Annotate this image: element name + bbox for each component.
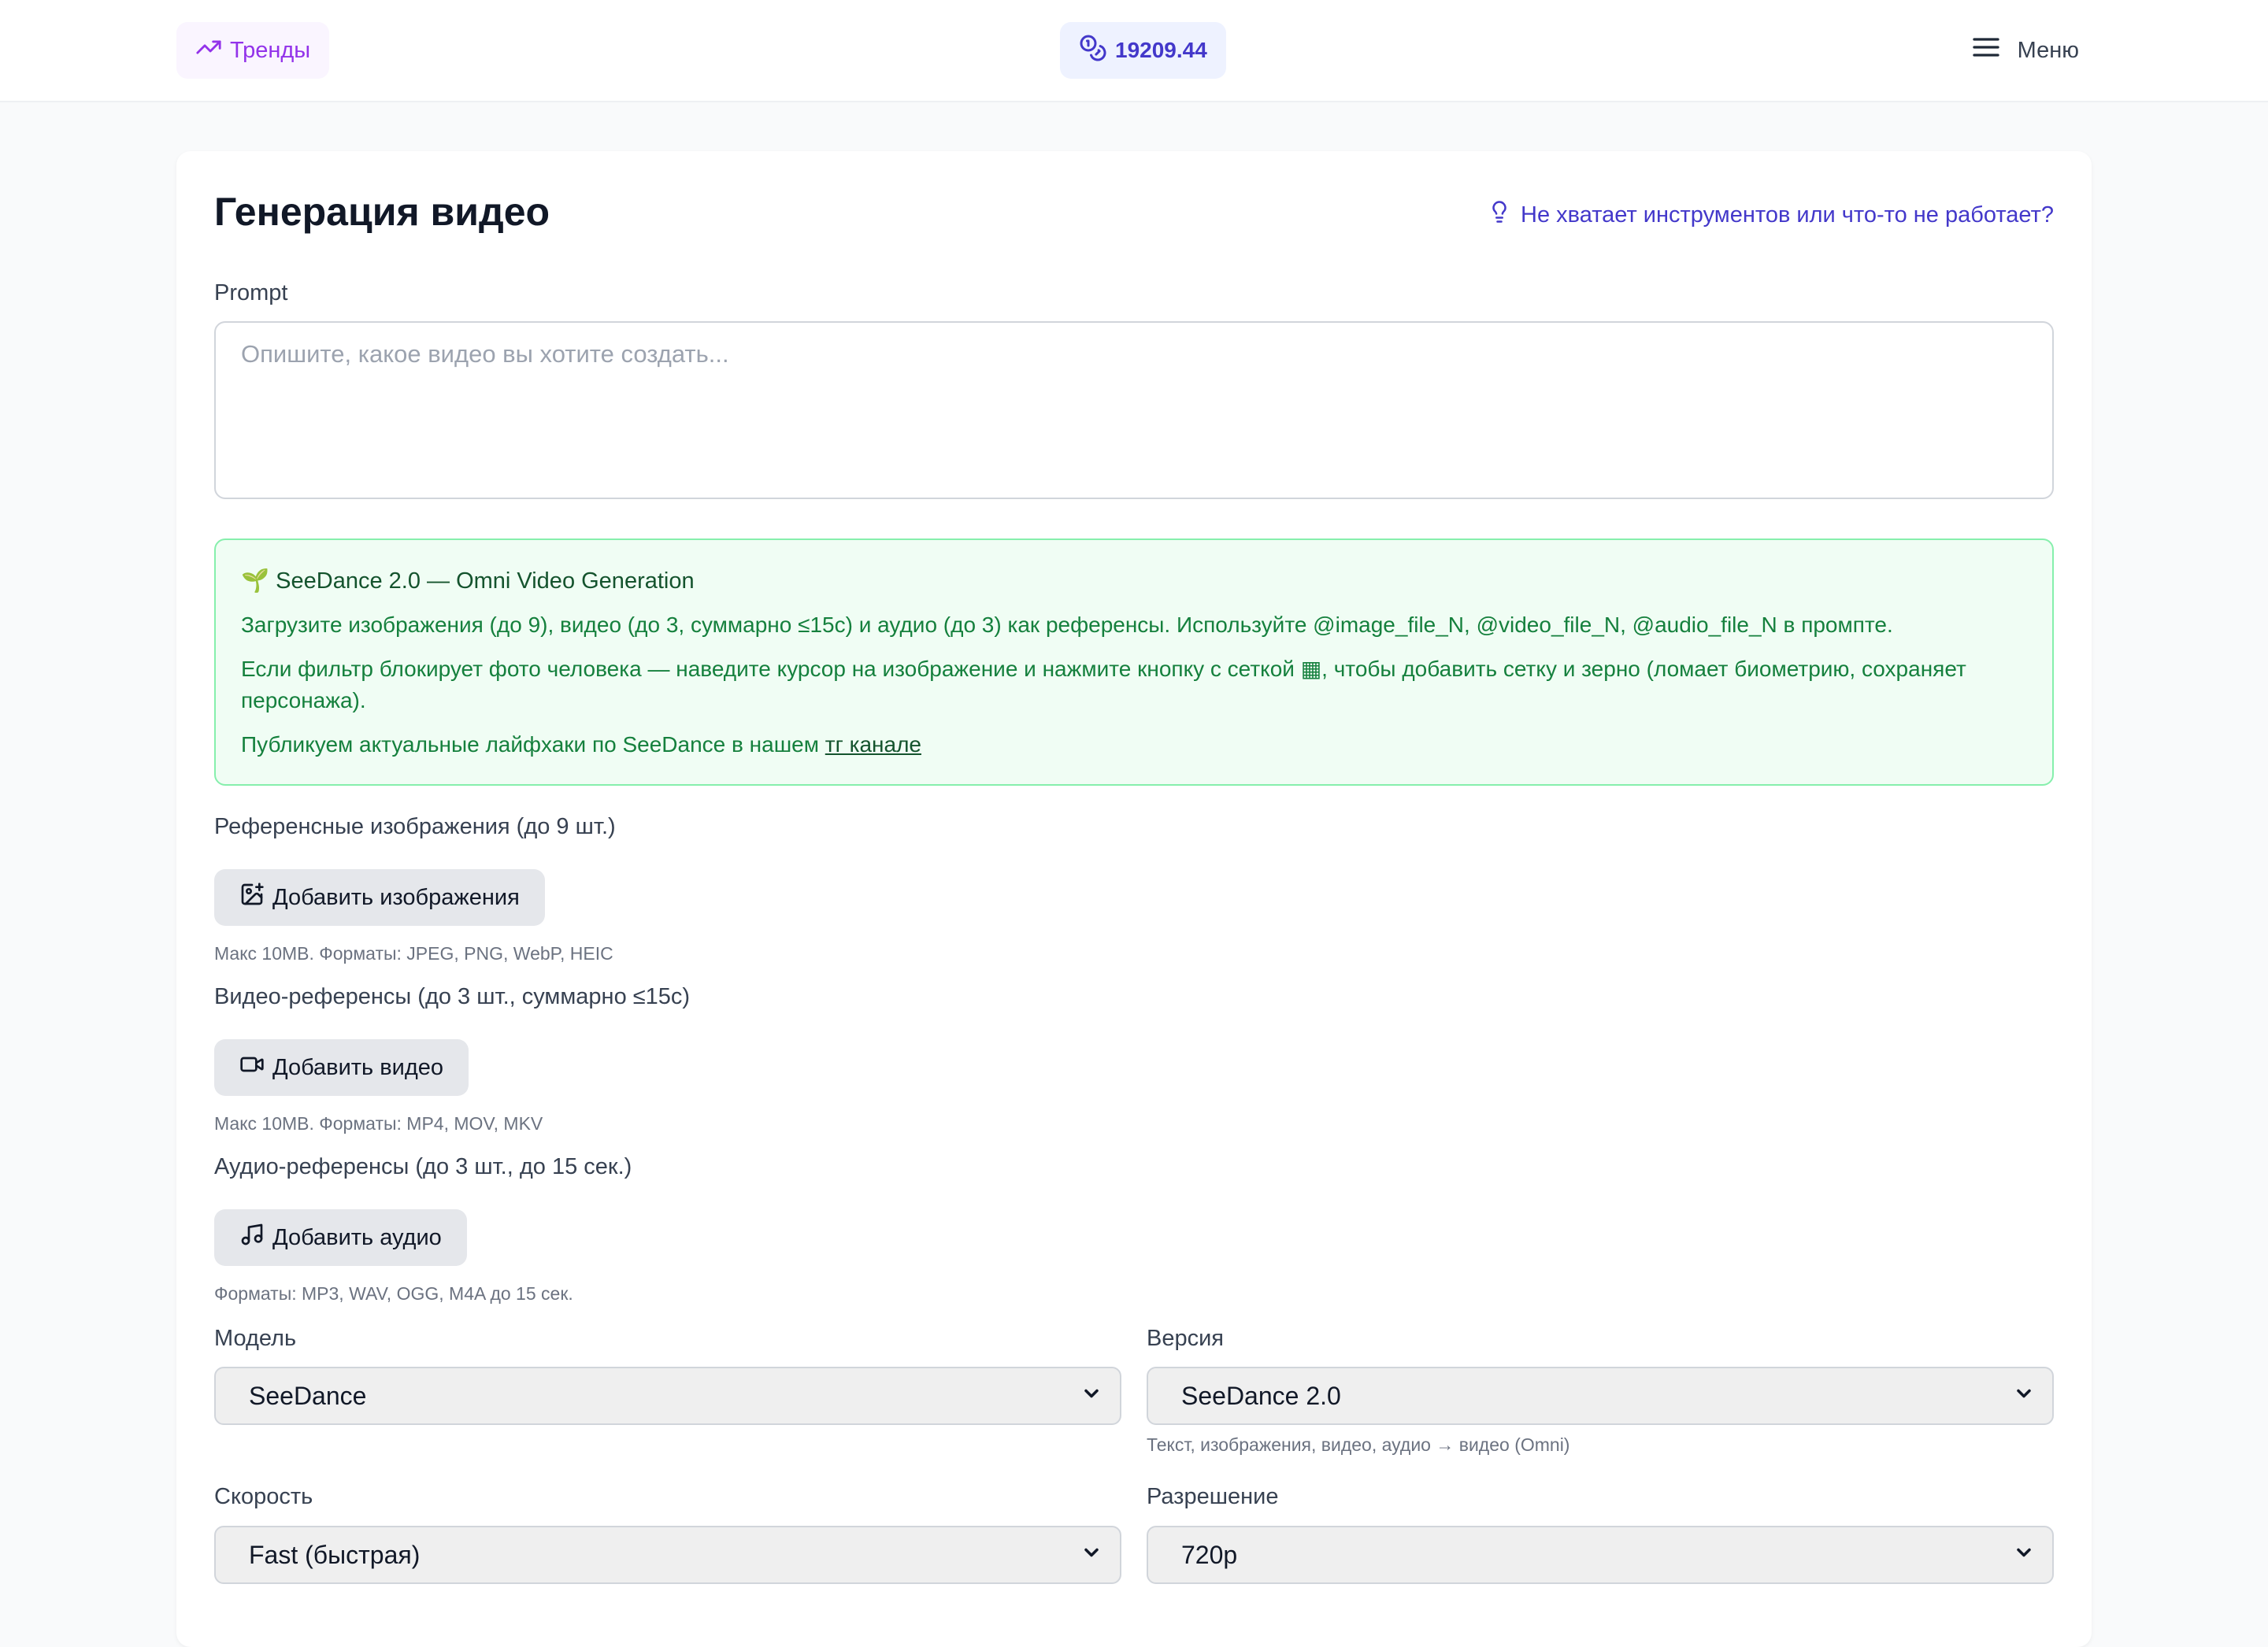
chevron-down-icon — [1080, 1541, 1102, 1570]
info-heading: 🌱 SeeDance 2.0 — Omni Video Generation — [241, 568, 695, 594]
video-references-hint: Макс 10MB. Форматы: MP4, MOV, MKV — [214, 1113, 543, 1134]
resolution-select-value: 720p — [1181, 1540, 1238, 1569]
audio-references-hint: Форматы: MP3, WAV, OGG, M4A до 15 сек. — [214, 1283, 573, 1304]
video-references-label: Видео-референсы (до 3 шт., суммарно ≤15с… — [214, 984, 691, 1009]
menu-label: Меню — [2017, 37, 2079, 63]
seedance-info-box: 🌱 SeeDance 2.0 — Omni Video Generation З… — [214, 539, 2054, 786]
speed-select[interactable]: Fast (быстрая) — [214, 1526, 1121, 1584]
add-video-label: Добавить видео — [272, 1054, 444, 1080]
info-line-filter: Если фильтр блокирует фото человека — на… — [241, 657, 1966, 712]
balance-value: 19209.44 — [1115, 38, 1207, 62]
top-bar: Тренды 19209.44 Меню — [0, 0, 2268, 102]
balance-badge[interactable]: 19209.44 — [1060, 22, 1226, 79]
lightbulb-icon — [1488, 198, 1511, 231]
chevron-down-icon — [2013, 1382, 2035, 1411]
model-label: Модель — [214, 1326, 297, 1351]
add-video-button[interactable]: Добавить видео — [214, 1039, 469, 1096]
trends-button[interactable]: Тренды — [176, 22, 330, 79]
resolution-select[interactable]: 720p — [1147, 1526, 2054, 1584]
speed-label: Скорость — [214, 1484, 313, 1509]
prompt-label: Prompt — [214, 280, 288, 305]
speed-select-value: Fast (быстрая) — [249, 1540, 421, 1569]
image-references-label: Референсные изображения (до 9 шт.) — [214, 814, 616, 839]
telegram-channel-link[interactable]: тг канале — [825, 732, 921, 757]
add-images-button[interactable]: Добавить изображения — [214, 869, 545, 926]
version-label: Версия — [1147, 1326, 1225, 1351]
image-references-hint: Макс 10MB. Форматы: JPEG, PNG, WebP, HEI… — [214, 943, 613, 964]
audio-references-label: Аудио-референсы (до 3 шт., до 15 сек.) — [214, 1154, 632, 1179]
chevron-down-icon — [2013, 1541, 2035, 1570]
version-select[interactable]: SeeDance 2.0 — [1147, 1367, 2054, 1425]
music-note-icon — [239, 1222, 265, 1253]
add-audio-label: Добавить аудио — [272, 1224, 442, 1250]
video-generation-card: Генерация видео Не хватает инструментов … — [176, 151, 2092, 1647]
trending-up-icon — [195, 34, 222, 67]
video-camera-icon — [239, 1052, 265, 1083]
resolution-label: Разрешение — [1147, 1484, 1279, 1509]
menu-button[interactable]: Меню — [1970, 22, 2079, 79]
chevron-down-icon — [1080, 1382, 1102, 1411]
feedback-link[interactable]: Не хватает инструментов или что-то не ра… — [1488, 198, 2054, 231]
prompt-field[interactable] — [214, 321, 2054, 499]
version-hint: Текст, изображения, видео, аудио → видео… — [1147, 1434, 1570, 1455]
page: Тренды 19209.44 Меню Генерация видео Не … — [0, 0, 2268, 1647]
image-plus-icon — [239, 882, 265, 913]
version-select-value: SeeDance 2.0 — [1181, 1381, 1341, 1410]
trends-label: Тренды — [230, 37, 311, 63]
model-select-value: SeeDance — [249, 1381, 367, 1410]
info-channel-prefix: Публикуем актуальные лайфхаки по SeeDanc… — [241, 732, 825, 757]
hamburger-icon — [1970, 31, 2002, 69]
page-title: Генерация видео — [214, 190, 550, 234]
prompt-textarea[interactable] — [216, 323, 2052, 498]
model-select[interactable]: SeeDance — [214, 1367, 1121, 1425]
coins-icon — [1079, 34, 1107, 68]
info-line-channel: Публикуем актуальные лайфхаки по SeeDanc… — [241, 729, 2027, 761]
add-images-label: Добавить изображения — [272, 884, 520, 910]
feedback-link-text: Не хватает инструментов или что-то не ра… — [1521, 202, 2054, 228]
info-line-references: Загрузите изображения (до 9), видео (до … — [241, 613, 1893, 637]
add-audio-button[interactable]: Добавить аудио — [214, 1209, 467, 1266]
